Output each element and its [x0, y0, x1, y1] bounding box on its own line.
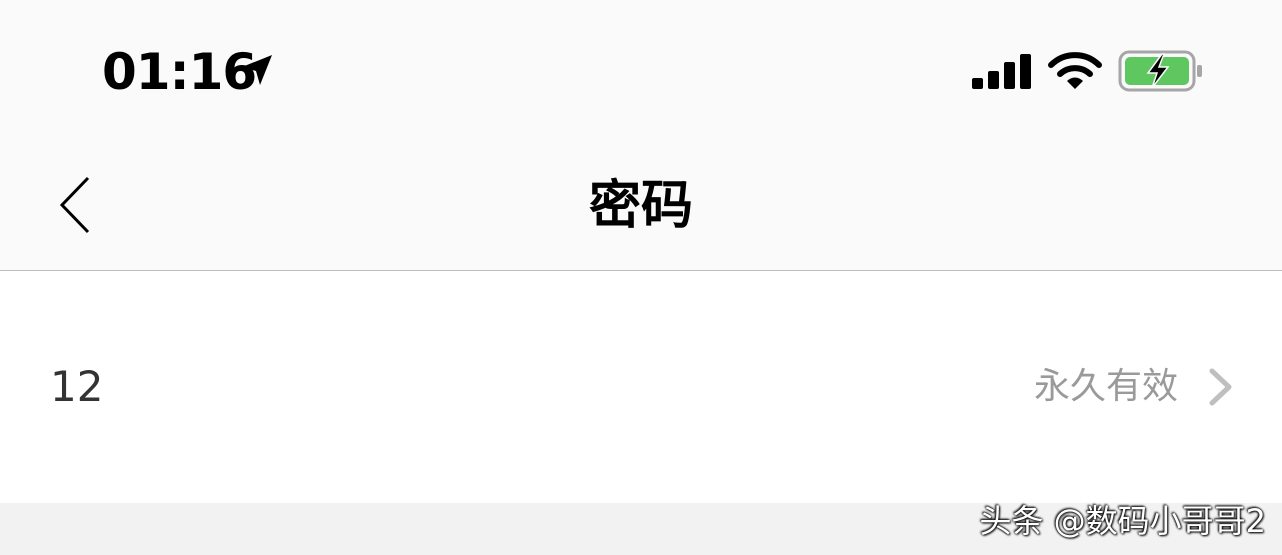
status-time: 01:16 [102, 43, 257, 101]
list-item-password[interactable]: 12 永久有效 [0, 271, 1282, 503]
validity-status: 永久有效 [1033, 366, 1178, 407]
chevron-right-icon [1209, 368, 1232, 406]
location-arrow-icon [242, 55, 272, 85]
page-title: 密码 [588, 176, 693, 236]
nav-bar: 密码 [0, 140, 1282, 271]
wifi-icon [1048, 52, 1102, 89]
top-area: 01:16 密码 [0, 0, 1282, 271]
signal-bars-icon [972, 54, 1031, 89]
battery-charging-icon [1118, 50, 1202, 92]
status-bar: 01:16 [0, 0, 1282, 140]
watermark: 头条 @数码小哥哥2 [979, 502, 1266, 540]
password-name: 12 [50, 362, 104, 411]
